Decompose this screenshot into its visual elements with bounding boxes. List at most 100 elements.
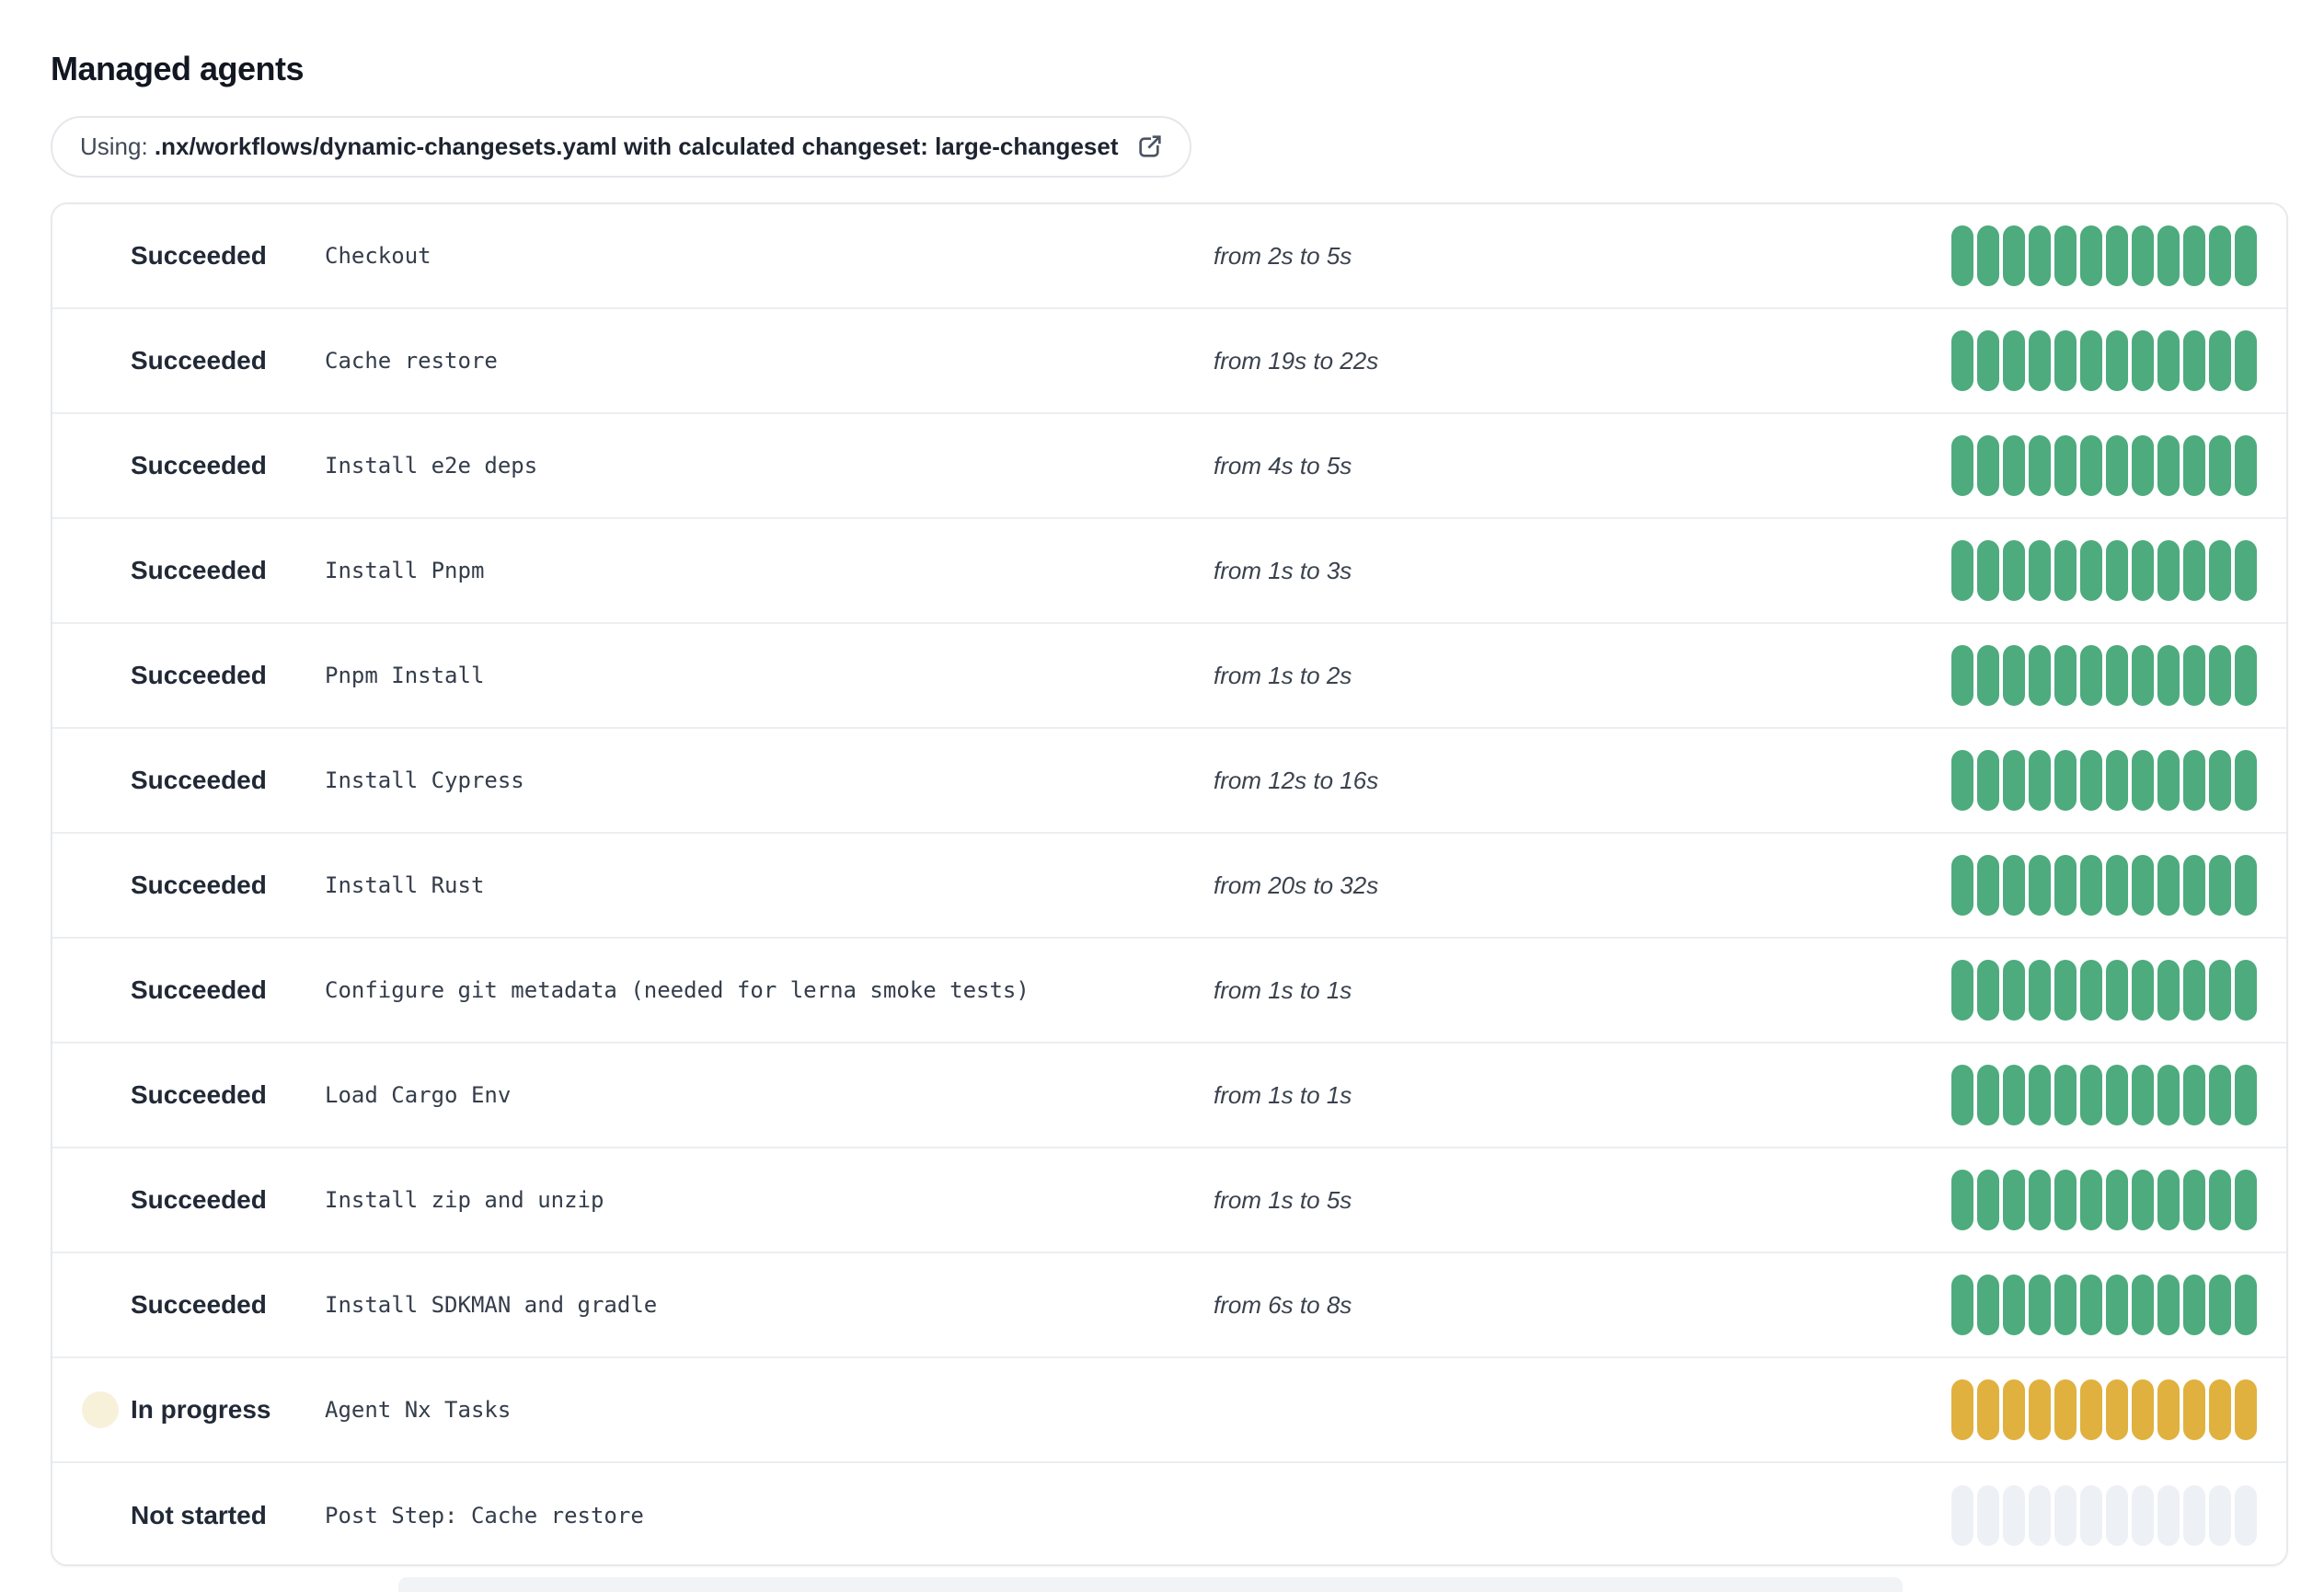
utilization-bars xyxy=(1951,1275,2257,1335)
step-status: Succeeded xyxy=(90,451,325,480)
bar-segment xyxy=(2235,750,2257,811)
bar-segment xyxy=(2183,1170,2205,1230)
bar-segment xyxy=(2132,540,2154,601)
bar-segment xyxy=(2157,1065,2180,1125)
bar-segment xyxy=(1951,1275,1973,1335)
bar-segment xyxy=(2029,435,2051,496)
agent-step-row[interactable]: Succeeded Install Pnpm from 1s to 3s xyxy=(52,519,2286,624)
agent-step-row[interactable]: Succeeded Checkout from 2s to 5s xyxy=(52,204,2286,309)
agent-step-row[interactable]: Succeeded Configure git metadata (needed… xyxy=(52,939,2286,1044)
status-dot xyxy=(90,875,110,895)
agent-step-row[interactable]: Succeeded Install zip and unzip from 1s … xyxy=(52,1148,2286,1253)
bar-segment xyxy=(2106,1379,2128,1440)
bar-segment xyxy=(2003,1170,2025,1230)
agent-step-row[interactable]: In progress Agent Nx Tasks xyxy=(52,1358,2286,1463)
utilization-bars xyxy=(1951,1170,2257,1230)
status-label: In progress xyxy=(131,1395,271,1424)
status-label: Not started xyxy=(131,1501,267,1529)
bar-segment xyxy=(2235,960,2257,1021)
step-duration: from 6s to 8s xyxy=(1214,1290,1352,1319)
step-status: Succeeded xyxy=(90,975,325,1005)
agent-step-row[interactable]: Succeeded Load Cargo Env from 1s to 1s xyxy=(52,1044,2286,1148)
workflow-config-text: Using: .nx/workflows/dynamic-changesets.… xyxy=(80,133,1118,161)
step-status: Succeeded xyxy=(90,556,325,585)
bar-segment xyxy=(2080,225,2102,286)
status-label: Succeeded xyxy=(131,766,267,794)
bar-segment xyxy=(2003,645,2025,706)
bar-segment xyxy=(2080,750,2102,811)
bar-segment xyxy=(2003,1275,2025,1335)
workflow-config-path: .nx/workflows/dynamic-changesets.yaml wi… xyxy=(154,133,1119,160)
step-name: Configure git metadata (needed for lerna… xyxy=(325,977,1030,1003)
status-dot xyxy=(90,246,110,266)
bar-segment xyxy=(2209,855,2231,916)
bar-segment xyxy=(2132,1065,2154,1125)
bar-segment xyxy=(2054,855,2077,916)
bar-segment xyxy=(2183,540,2205,601)
bar-segment xyxy=(1951,1485,1973,1546)
agent-step-row[interactable]: Succeeded Pnpm Install from 1s to 2s xyxy=(52,624,2286,729)
bar-segment xyxy=(1951,1065,1973,1125)
bar-segment xyxy=(2209,1485,2231,1546)
bar-segment xyxy=(2183,1065,2205,1125)
bar-segment xyxy=(1951,435,1973,496)
bar-segment xyxy=(2106,1170,2128,1230)
step-duration: from 1s to 3s xyxy=(1214,556,1352,584)
bar-segment xyxy=(1951,330,1973,391)
external-link-icon[interactable] xyxy=(1134,133,1164,162)
agent-step-row[interactable]: Succeeded Install Rust from 20s to 32s xyxy=(52,834,2286,939)
step-name: Install Cypress xyxy=(325,767,524,793)
step-status: Succeeded xyxy=(90,1185,325,1215)
bar-segment xyxy=(2157,1379,2180,1440)
status-dot xyxy=(90,1295,110,1315)
bar-segment xyxy=(2209,540,2231,601)
step-name: Pnpm Install xyxy=(325,663,485,688)
step-duration: from 12s to 16s xyxy=(1214,766,1379,794)
step-duration: from 1s to 2s xyxy=(1214,661,1352,689)
agent-step-row[interactable]: Succeeded Install SDKMAN and gradle from… xyxy=(52,1253,2286,1358)
step-status: Not started xyxy=(90,1501,325,1530)
utilization-bars xyxy=(1951,435,2257,496)
status-dot xyxy=(90,560,110,581)
bar-segment xyxy=(2029,1485,2051,1546)
utilization-bars xyxy=(1951,1065,2257,1125)
bar-segment xyxy=(2106,750,2128,811)
bar-segment xyxy=(1977,750,1999,811)
bar-segment xyxy=(2209,750,2231,811)
status-label: Succeeded xyxy=(131,1290,267,1319)
bar-segment xyxy=(2029,960,2051,1021)
bar-segment xyxy=(2235,1170,2257,1230)
step-name: Install SDKMAN and gradle xyxy=(325,1292,658,1318)
agent-step-row[interactable]: Not started Post Step: Cache restore xyxy=(52,1463,2286,1564)
bar-segment xyxy=(2080,855,2102,916)
bar-segment xyxy=(2209,960,2231,1021)
bar-segment xyxy=(2209,1275,2231,1335)
bar-segment xyxy=(1977,1065,1999,1125)
step-status: Succeeded xyxy=(90,241,325,271)
bar-segment xyxy=(1977,435,1999,496)
workflow-config-link[interactable]: Using: .nx/workflows/dynamic-changesets.… xyxy=(51,116,1192,178)
bar-segment xyxy=(2080,1379,2102,1440)
step-status: Succeeded xyxy=(90,1290,325,1320)
bar-segment xyxy=(2003,1065,2025,1125)
agent-step-row[interactable]: Succeeded Install e2e deps from 4s to 5s xyxy=(52,414,2286,519)
bar-segment xyxy=(2183,645,2205,706)
bar-segment xyxy=(2235,645,2257,706)
step-status: Succeeded xyxy=(90,871,325,900)
bar-segment xyxy=(2106,225,2128,286)
bar-segment xyxy=(2235,540,2257,601)
bar-segment xyxy=(1951,540,1973,601)
bar-segment xyxy=(2209,225,2231,286)
bar-segment xyxy=(2106,330,2128,391)
agent-step-row[interactable]: Succeeded Install Cypress from 12s to 16… xyxy=(52,729,2286,834)
bar-segment xyxy=(2132,435,2154,496)
status-dot xyxy=(90,1190,110,1210)
bar-segment xyxy=(1977,540,1999,601)
bar-segment xyxy=(1977,1379,1999,1440)
bar-segment xyxy=(2235,225,2257,286)
agent-step-row[interactable]: Succeeded Cache restore from 19s to 22s xyxy=(52,309,2286,414)
step-status: Succeeded xyxy=(90,1080,325,1110)
bar-segment xyxy=(2157,1275,2180,1335)
bar-segment xyxy=(2235,1275,2257,1335)
bar-segment xyxy=(2157,1485,2180,1546)
